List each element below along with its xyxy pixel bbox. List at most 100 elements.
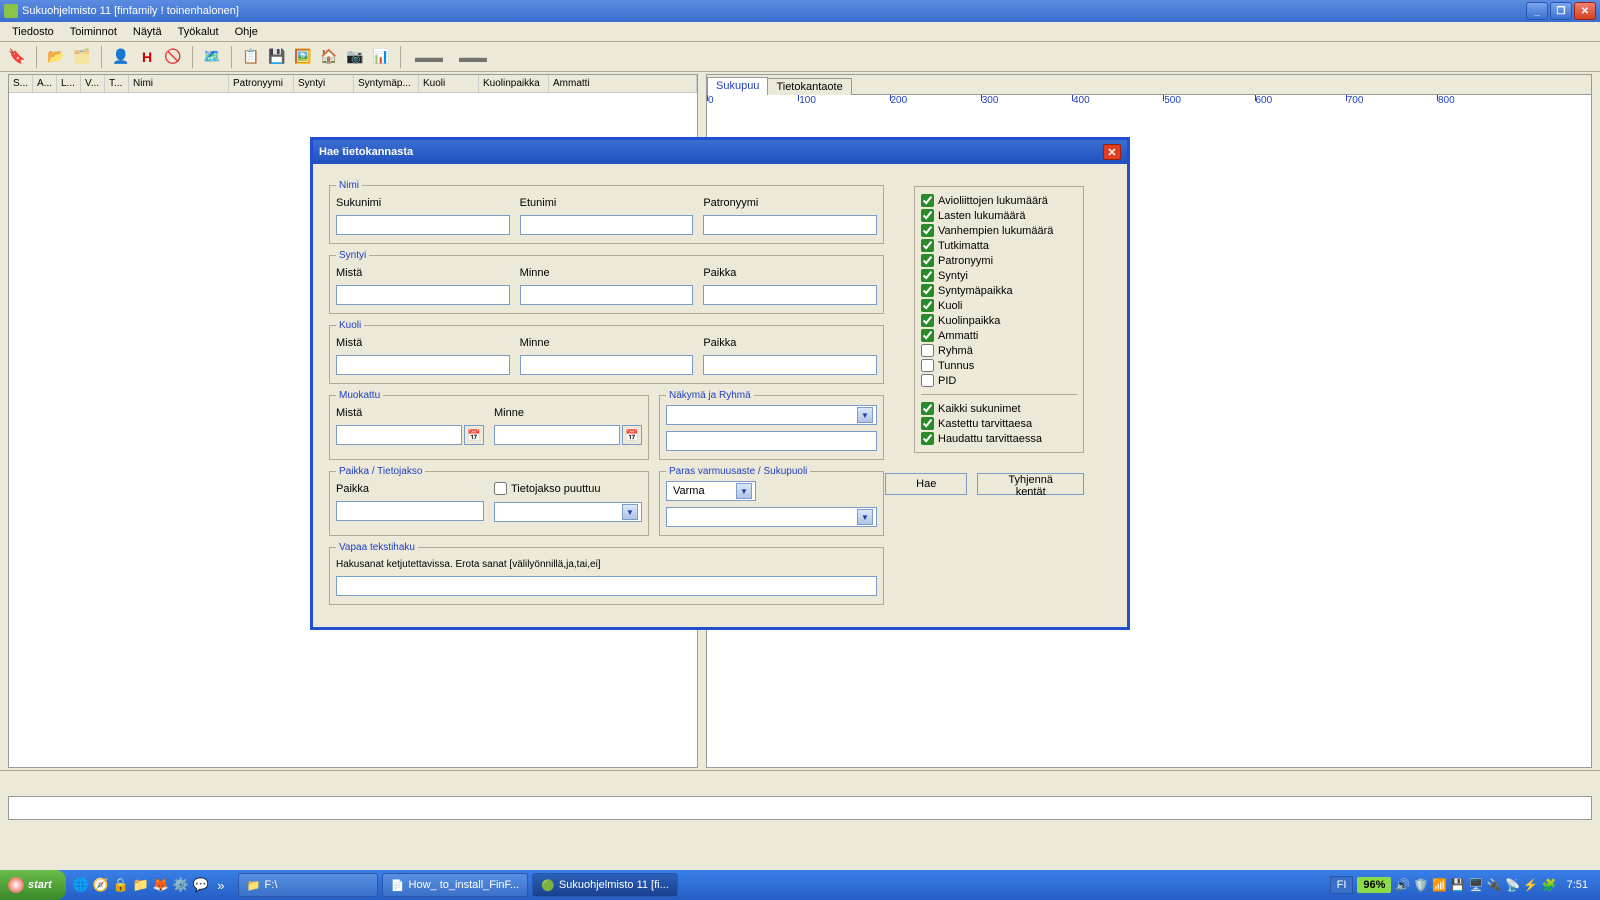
checkbox[interactable] xyxy=(921,402,934,415)
battery-indicator[interactable]: 96% xyxy=(1357,877,1391,893)
ql-chevron-icon[interactable]: » xyxy=(212,876,230,894)
language-indicator[interactable]: FI xyxy=(1330,876,1354,894)
search-button[interactable]: Hae xyxy=(885,473,967,495)
checkbox[interactable] xyxy=(921,344,934,357)
tab-sukupuu[interactable]: Sukupuu xyxy=(707,77,768,95)
ql-icon[interactable]: 🦊 xyxy=(152,876,170,894)
minimize-button[interactable]: _ xyxy=(1526,2,1548,20)
checkbox[interactable] xyxy=(921,359,934,372)
checkbox[interactable] xyxy=(921,329,934,342)
col-kuolinp[interactable]: Kuolinpaikka xyxy=(479,75,549,92)
checkbox-label: PID xyxy=(938,375,956,387)
tool-icon[interactable]: 🗂️ xyxy=(71,46,93,68)
menu-tiedosto[interactable]: Tiedosto xyxy=(4,24,62,40)
taskbar-task[interactable]: 📄How_ to_install_FinF... xyxy=(382,873,528,897)
tray-icons[interactable]: 🔊 🛡️ 📶 💾 🖥️ 🔌 📡 ⚡ 🧩 xyxy=(1395,878,1556,892)
checkbox[interactable] xyxy=(921,417,934,430)
tool-icon[interactable]: ▬▬ xyxy=(409,46,449,68)
person-x-icon[interactable]: 🚫 xyxy=(162,46,184,68)
close-button[interactable]: ✕ xyxy=(1574,2,1596,20)
fieldset-nakyma: Näkymä ja Ryhmä ▼ xyxy=(659,390,884,460)
person-icon[interactable]: 👤 xyxy=(110,46,132,68)
input-patronyymi[interactable] xyxy=(703,215,877,235)
tool-icon[interactable]: 📋 xyxy=(240,46,262,68)
input-syntyi-mista[interactable] xyxy=(336,285,510,305)
calendar-button[interactable]: 📅 xyxy=(622,425,642,445)
clear-button[interactable]: Tyhjennä kentät xyxy=(977,473,1084,495)
input-paikka[interactable] xyxy=(336,501,484,521)
col-ammatti[interactable]: Ammatti xyxy=(549,75,697,92)
input-kuoli-mista[interactable] xyxy=(336,355,510,375)
checkbox[interactable] xyxy=(921,284,934,297)
checkbox[interactable] xyxy=(921,209,934,222)
checkbox[interactable] xyxy=(921,194,934,207)
input-ryhma[interactable] xyxy=(666,431,877,451)
menu-toiminnot[interactable]: Toiminnot xyxy=(62,24,125,40)
col-patro[interactable]: Patronyymi xyxy=(229,75,294,92)
combo-tietojakso[interactable]: ▼ xyxy=(494,502,642,522)
ql-icon[interactable]: 🧭 xyxy=(92,876,110,894)
tool-icon[interactable]: ▬▬ xyxy=(453,46,493,68)
start-button[interactable]: start xyxy=(0,870,66,900)
menu-nayta[interactable]: Näytä xyxy=(125,24,170,40)
input-kuoli-minne[interactable] xyxy=(520,355,694,375)
col-t[interactable]: T... xyxy=(105,75,129,92)
checkbox[interactable] xyxy=(921,374,934,387)
taskbar-task[interactable]: 📁F:\ xyxy=(238,873,378,897)
checkbox[interactable] xyxy=(921,239,934,252)
tool-icon[interactable]: 📂 xyxy=(45,46,67,68)
tool-icon[interactable]: 💾 xyxy=(266,46,288,68)
calendar-button[interactable]: 📅 xyxy=(464,425,484,445)
checkbox[interactable] xyxy=(921,299,934,312)
input-syntyi-minne[interactable] xyxy=(520,285,694,305)
checkbox-tietojakso-puuttuu[interactable] xyxy=(494,482,507,495)
combo-varmuus[interactable]: Varma▼ xyxy=(666,481,756,501)
checkbox[interactable] xyxy=(921,432,934,445)
col-syntymap[interactable]: Syntymäp... xyxy=(354,75,419,92)
ql-icon[interactable]: 📁 xyxy=(132,876,150,894)
map-icon[interactable]: 🗺️ xyxy=(201,46,223,68)
checkbox[interactable] xyxy=(921,314,934,327)
input-etunimi[interactable] xyxy=(520,215,694,235)
ql-icon[interactable]: ⚙️ xyxy=(172,876,190,894)
home-icon[interactable]: 🏠 xyxy=(318,46,340,68)
col-v[interactable]: V... xyxy=(81,75,105,92)
dialog-close-button[interactable]: ✕ xyxy=(1103,144,1121,160)
fieldset-nimi: Nimi Sukunimi Etunimi Patronyymi xyxy=(329,180,884,244)
checkbox[interactable] xyxy=(921,269,934,282)
input-sukunimi[interactable] xyxy=(336,215,510,235)
tool-icon[interactable]: 🔖 xyxy=(6,46,28,68)
combo-sukupuoli[interactable]: ▼ xyxy=(666,507,877,527)
col-s[interactable]: S... xyxy=(9,75,33,92)
col-nimi[interactable]: Nimi xyxy=(129,75,229,92)
check-row: Syntymäpaikka xyxy=(921,283,1077,298)
checkbox[interactable] xyxy=(921,254,934,267)
col-syntyi[interactable]: Syntyi xyxy=(294,75,354,92)
taskbar-task[interactable]: 🟢Sukuohjelmisto 11 [fi... xyxy=(532,873,678,897)
input-syntyi-paikka[interactable] xyxy=(703,285,877,305)
tab-tietokantaote[interactable]: Tietokantaote xyxy=(767,78,851,95)
col-a[interactable]: A... xyxy=(33,75,57,92)
col-l[interactable]: L... xyxy=(57,75,81,92)
menu-ohje[interactable]: Ohje xyxy=(227,24,266,40)
label-syntyi-minne: Minne xyxy=(520,267,694,279)
col-kuoli[interactable]: Kuoli xyxy=(419,75,479,92)
input-muokattu-mista[interactable] xyxy=(336,425,462,445)
check-row: Patronyymi xyxy=(921,253,1077,268)
h-icon[interactable]: H xyxy=(136,46,158,68)
tool-icon[interactable]: 🖼️ xyxy=(292,46,314,68)
menu-tyokalut[interactable]: Työkalut xyxy=(170,24,227,40)
camera-icon[interactable]: 📷 xyxy=(344,46,366,68)
combo-nakyma[interactable]: ▼ xyxy=(666,405,877,425)
ql-icon[interactable]: 💬 xyxy=(192,876,210,894)
checkbox[interactable] xyxy=(921,224,934,237)
maximize-button[interactable]: ❐ xyxy=(1550,2,1572,20)
input-kuoli-paikka[interactable] xyxy=(703,355,877,375)
ql-icon[interactable]: 🔒 xyxy=(112,876,130,894)
input-vapaa[interactable] xyxy=(336,576,877,596)
fieldset-varmuus: Paras varmuusaste / Sukupuoli Varma▼ ▼ xyxy=(659,466,884,536)
clock[interactable]: 7:51 xyxy=(1561,879,1594,891)
input-muokattu-minne[interactable] xyxy=(494,425,620,445)
ql-icon[interactable]: 🌐 xyxy=(72,876,90,894)
tool-icon[interactable]: 📊 xyxy=(370,46,392,68)
